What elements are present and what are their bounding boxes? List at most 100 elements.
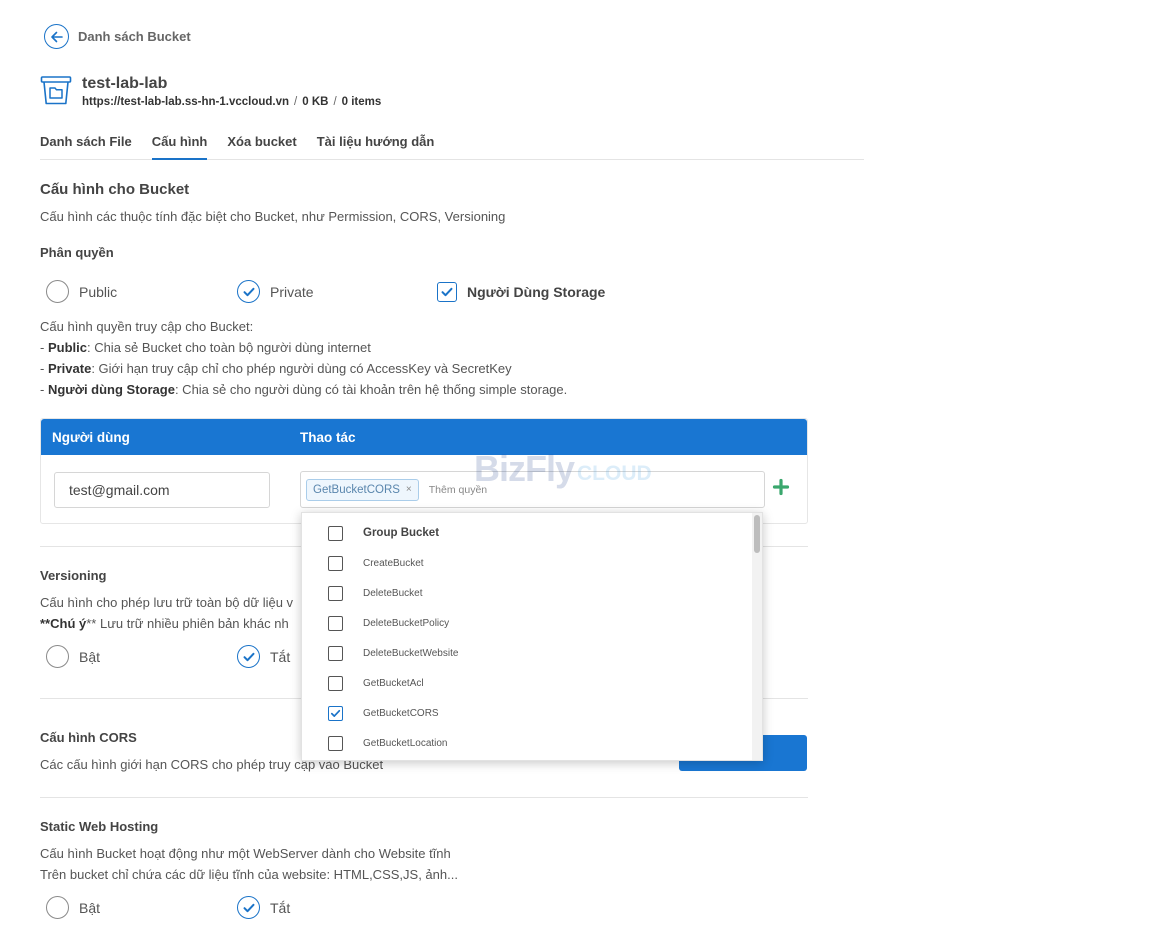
- dropdown-item-get-bucket-acl[interactable]: GetBucketAcl: [328, 673, 424, 693]
- static-hosting-off-radio[interactable]: Tắt: [237, 896, 290, 919]
- dropdown-item-delete-bucket-policy[interactable]: DeleteBucketPolicy: [328, 613, 449, 633]
- static-hosting-on-label: Bật: [79, 899, 101, 916]
- static-hosting-on-radio[interactable]: Bật: [46, 896, 237, 919]
- dropdown-item-group-bucket[interactable]: Group Bucket: [328, 523, 439, 543]
- static-hosting-title: Static Web Hosting: [40, 819, 159, 834]
- tab-docs[interactable]: Tài liệu hướng dẫn: [317, 134, 435, 160]
- dropdown-item-label: GetBucketLocation: [363, 737, 448, 749]
- permission-line-storage: - Người dùng Storage: Chia sẻ cho người …: [40, 379, 567, 400]
- radio-icon: [46, 896, 69, 919]
- bucket-meta: https://test-lab-lab.ss-hn-1.vccloud.vn /…: [82, 96, 381, 108]
- versioning-title: Versioning: [40, 568, 107, 583]
- dropdown-item-create-bucket[interactable]: CreateBucket: [328, 553, 424, 573]
- checkbox-icon: [328, 615, 343, 631]
- user-permission-table: Người dùng Thao tác test@gmail.com GetBu…: [40, 418, 808, 524]
- bucket-header: test-lab-lab https://test-lab-lab.ss-hn-…: [40, 74, 381, 109]
- check-circle-icon: [237, 896, 260, 919]
- bullet: -: [40, 340, 48, 355]
- dropdown-item-delete-bucket-website[interactable]: DeleteBucketWebsite: [328, 643, 458, 663]
- checkbox-icon: [328, 675, 343, 691]
- note-label: Chú ý: [50, 616, 87, 631]
- dropdown-item-label: CreateBucket: [363, 557, 424, 569]
- dropdown-item-label: Group Bucket: [363, 527, 440, 539]
- checkbox-icon: [328, 525, 343, 541]
- add-row-plus-icon[interactable]: [771, 477, 791, 497]
- permission-line-public: - Public: Chia sẻ Bucket cho toàn bộ ngư…: [40, 337, 567, 358]
- permission-public-label: Public: [79, 283, 118, 300]
- versioning-options: Bật Tắt: [46, 645, 290, 668]
- permission-tag: GetBucketCORS ×: [306, 478, 419, 501]
- term-public: Public: [47, 340, 87, 355]
- dropdown-item-label: DeleteBucketPolicy: [363, 617, 450, 629]
- dropdown-item-label: DeleteBucketWebsite: [363, 647, 459, 659]
- note-stars: **: [40, 616, 51, 631]
- tag-label: GetBucketCORS: [313, 483, 400, 496]
- dropdown-item-label: GetBucketCORS: [363, 707, 439, 719]
- term-private: Private: [47, 361, 92, 376]
- desc-storage: : Chia sẻ cho người dùng có tài khoản tr…: [174, 382, 568, 397]
- dropdown-item-label: GetBucketAcl: [363, 677, 424, 689]
- bucket-size: 0 KB: [302, 96, 329, 108]
- static-hosting-description: Cấu hình Bucket hoạt động như một WebSer…: [40, 843, 458, 885]
- table-header: Người dùng Thao tác: [41, 419, 807, 455]
- tab-bar: Danh sách File Cấu hình Xóa bucket Tài l…: [40, 134, 864, 160]
- permission-private-label: Private: [270, 283, 314, 300]
- desc-public: : Chia sẻ Bucket cho toàn bộ người dùng …: [86, 340, 371, 355]
- radio-icon: [46, 280, 69, 303]
- bullet: -: [40, 361, 48, 376]
- back-label: Danh sách Bucket: [78, 29, 191, 44]
- versioning-on-label: Bật: [79, 648, 101, 665]
- checkbox-icon: [328, 735, 343, 751]
- versioning-description: Cấu hình cho phép lưu trữ toàn bộ dữ liệ…: [40, 592, 293, 634]
- config-title: Cấu hình cho Bucket: [40, 181, 190, 198]
- check-circle-icon: [237, 645, 260, 668]
- versioning-on-radio[interactable]: Bật: [46, 645, 237, 668]
- permission-dropdown: Group Bucket CreateBucket DeleteBucket D…: [301, 512, 763, 761]
- dropdown-item-delete-bucket[interactable]: DeleteBucket: [328, 583, 422, 603]
- dropdown-item-get-bucket-location[interactable]: GetBucketLocation: [328, 733, 448, 753]
- permission-description: Cấu hình quyền truy cập cho Bucket: - Pu…: [40, 316, 567, 400]
- tag-remove-icon[interactable]: ×: [406, 484, 412, 495]
- permission-line-private: - Private: Giới hạn truy cập chỉ cho phé…: [40, 358, 567, 379]
- bucket-icon: [40, 74, 72, 109]
- column-action: Thao tác: [300, 429, 356, 445]
- meta-separator: /: [333, 96, 337, 108]
- dropdown-item-get-bucket-cors[interactable]: GetBucketCORS: [328, 703, 439, 723]
- permission-intro: Cấu hình quyền truy cập cho Bucket:: [40, 319, 254, 334]
- versioning-line: Cấu hình cho phép lưu trữ toàn bộ dữ liệ…: [40, 595, 294, 610]
- static-hosting-off-label: Tắt: [270, 899, 291, 916]
- permission-public-radio[interactable]: Public: [46, 280, 237, 303]
- config-description: Cấu hình các thuộc tính đặc biệt cho Buc…: [40, 209, 506, 224]
- divider: [40, 797, 808, 798]
- check-circle-icon: [237, 280, 260, 303]
- checkbox-checked-icon: [437, 281, 457, 302]
- meta-separator: /: [294, 96, 298, 108]
- column-user: Người dùng: [52, 429, 130, 445]
- dropdown-item-label: DeleteBucket: [363, 587, 423, 599]
- bucket-name: test-lab-lab: [82, 75, 168, 92]
- bucket-items: 0 items: [341, 96, 382, 108]
- back-to-bucket-list-link[interactable]: Danh sách Bucket: [44, 24, 191, 49]
- static-hosting-options: Bật Tắt: [46, 896, 290, 919]
- permission-title: Phân quyền: [40, 245, 114, 260]
- checkbox-icon: [328, 585, 343, 601]
- permission-options: Public Private Người Dùng Storage: [46, 280, 605, 303]
- user-email-input[interactable]: test@gmail.com: [54, 472, 270, 508]
- add-permission-placeholder[interactable]: Thêm quyền: [429, 484, 487, 496]
- permission-storage-user-checkbox[interactable]: Người Dùng Storage: [437, 281, 605, 302]
- tab-file-list[interactable]: Danh sách File: [40, 134, 132, 160]
- note-text: ** Lưu trữ nhiều phiên bản khác nh: [86, 616, 289, 631]
- scrollbar-thumb[interactable]: [754, 515, 760, 553]
- cors-title: Cấu hình CORS: [40, 730, 137, 745]
- versioning-off-radio[interactable]: Tắt: [237, 645, 290, 668]
- permission-tags-input[interactable]: GetBucketCORS × Thêm quyền: [300, 471, 765, 508]
- static-hosting-line1: Cấu hình Bucket hoạt động như một WebSer…: [40, 846, 451, 861]
- term-storage: Người dùng Storage: [47, 382, 175, 397]
- permission-private-radio[interactable]: Private: [237, 280, 437, 303]
- tab-config[interactable]: Cấu hình: [151, 134, 208, 160]
- dropdown-scrollbar[interactable]: [752, 513, 762, 760]
- tab-delete-bucket[interactable]: Xóa bucket: [227, 134, 296, 160]
- checkbox-checked-icon: [328, 705, 343, 721]
- radio-icon: [46, 645, 69, 668]
- checkbox-icon: [328, 555, 343, 571]
